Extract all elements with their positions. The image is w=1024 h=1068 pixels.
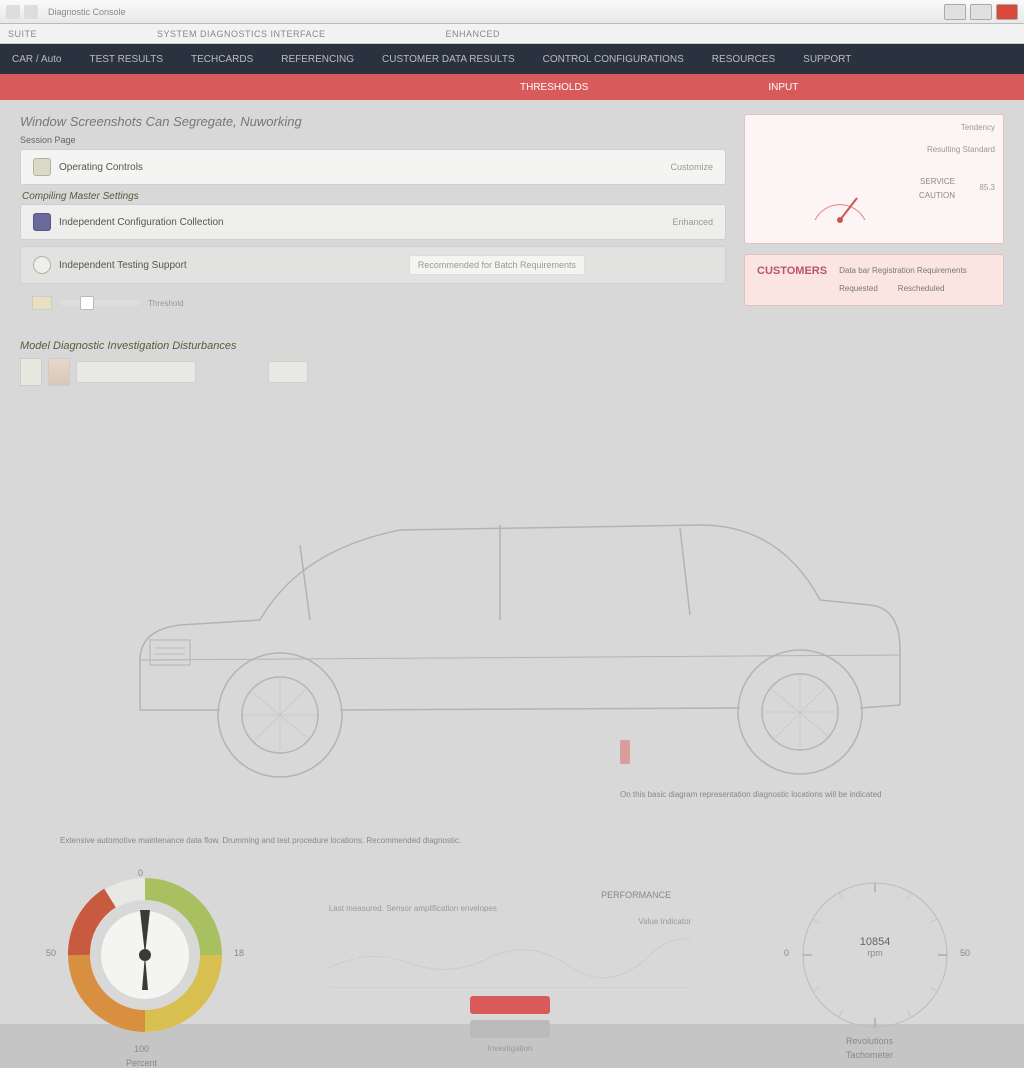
window-titlebar: Diagnostic Console [0, 0, 1024, 24]
gauge-left: 50 [46, 948, 56, 958]
caption-diagram: On this basic diagram representation dia… [620, 790, 881, 799]
gauge-sub: Percent [126, 1058, 157, 1068]
card-title-3: Independent Testing Support [59, 260, 401, 271]
chart-sub: Investigation [329, 1044, 691, 1053]
gauge-value: 85.3 [979, 183, 995, 192]
toolbar-label-b: SYSTEM DIAGNOSTICS INTERFACE [157, 29, 326, 39]
dial-bottom-a: Revolutions [846, 1036, 893, 1046]
section-label: Session Page [20, 135, 726, 145]
section2-title: Model Diagnostic Investigation Disturban… [20, 340, 1004, 352]
shield-icon [33, 213, 51, 231]
threshold-slider[interactable] [60, 300, 140, 306]
alert-title: CUSTOMERS [757, 265, 827, 295]
gauge-label-tendency: Tendency [961, 123, 995, 132]
subnav-input[interactable]: INPUT [768, 82, 798, 93]
gauge-top: 0 [138, 868, 143, 878]
progress-gauge: 0 50 18 100 Percent [60, 870, 230, 1040]
nav-item-results[interactable]: TEST RESULTS [89, 54, 163, 65]
performance-chart [329, 928, 691, 988]
nav-item-resources[interactable]: RESOURCES [712, 54, 775, 65]
card-heading: Compiling Master Settings [22, 191, 726, 202]
dial-right: 50 [960, 948, 970, 958]
gauge-label-caution: CAUTION [919, 191, 955, 200]
maximize-button[interactable] [970, 4, 992, 20]
thumb-bar[interactable] [76, 361, 196, 383]
clock-icon [33, 256, 51, 274]
card-sub: Independent Configuration Collection [59, 217, 664, 228]
thumb-2[interactable] [48, 358, 70, 386]
card-extra: Recommended for Batch Requirements [409, 255, 585, 275]
dial-value: 10854 [860, 936, 891, 948]
sub-nav: THRESHOLDS INPUT [0, 74, 1024, 100]
dial-bottom-b: Tachometer [846, 1050, 893, 1060]
gauge-label-service: SERVICE [920, 177, 955, 186]
card-tag: Customize [670, 162, 713, 172]
gauge-right: 18 [234, 948, 244, 958]
main-nav: CAR / Auto TEST RESULTS TECHCARDS REFERE… [0, 44, 1024, 74]
card-operating-controls[interactable]: Operating Controls Customize [20, 149, 726, 185]
minimize-button[interactable] [944, 4, 966, 20]
nav-item-referencing[interactable]: REFERENCING [281, 54, 354, 65]
status-pill-red[interactable] [470, 996, 550, 1014]
nav-item-techcards[interactable]: TECHCARDS [191, 54, 253, 65]
alert-rescheduled: Rescheduled [898, 283, 945, 295]
toolbar-label-c: ENHANCED [446, 29, 501, 39]
gauge-bottom: 100 [134, 1044, 149, 1054]
card-title: Operating Controls [59, 162, 662, 173]
dial-left: 0 [784, 948, 789, 958]
card-testing-support[interactable]: Independent Testing Support Recommended … [20, 246, 726, 284]
gauge-panel: Tendency Resulting Standard SERVICE CAUT… [744, 114, 1004, 244]
content-area: Window Screenshots Can Segregate, Nuwork… [0, 100, 1024, 1024]
subnav-thresholds[interactable]: THRESHOLDS [520, 82, 588, 93]
slider-icon [32, 296, 52, 310]
vehicle-diagram [80, 430, 950, 810]
gauge-label-result: Resulting Standard [927, 145, 995, 154]
chart-label: Last measured. Sensor amplification enve… [329, 904, 691, 913]
page-title: Window Screenshots Can Segregate, Nuwork… [20, 114, 726, 129]
nav-item-car[interactable]: CAR / Auto [12, 54, 61, 65]
caption-flow: Extensive automotive maintenance data fl… [60, 836, 461, 845]
chart-side: Value Indicator [329, 917, 691, 926]
alert-line1: Data bar Registration Requirements [839, 265, 967, 277]
chart-title: PERFORMANCE [329, 890, 691, 900]
thumb-bar-2[interactable] [268, 361, 308, 383]
app-icon-2 [24, 5, 38, 19]
status-pill-gray[interactable] [470, 1020, 550, 1038]
card-compiling[interactable]: Independent Configuration Collection Enh… [20, 204, 726, 240]
mini-gauge [805, 170, 875, 240]
titlebar-text: Diagnostic Console [48, 7, 126, 17]
toolbar: SUITE SYSTEM DIAGNOSTICS INTERFACE ENHAN… [0, 24, 1024, 44]
alert-panel: CUSTOMERS Data bar Registration Requirem… [744, 254, 1004, 306]
alert-requested: Requested [839, 283, 878, 295]
slider-label: Threshold [148, 299, 184, 308]
toolbar-label-a: SUITE [8, 29, 37, 39]
close-button[interactable] [996, 4, 1018, 20]
dial-unit: rpm [860, 948, 891, 958]
nav-item-control[interactable]: CONTROL CONFIGURATIONS [543, 54, 684, 65]
folder-icon [33, 158, 51, 176]
nav-item-customer[interactable]: CUSTOMER DATA RESULTS [382, 54, 515, 65]
nav-item-support[interactable]: SUPPORT [803, 54, 851, 65]
thumb-1[interactable] [20, 358, 42, 386]
tachometer-dial: 10854 rpm 0 50 Revolutions Tachometer [790, 870, 960, 1040]
card-tag-2: Enhanced [672, 217, 713, 227]
app-icon [6, 5, 20, 19]
